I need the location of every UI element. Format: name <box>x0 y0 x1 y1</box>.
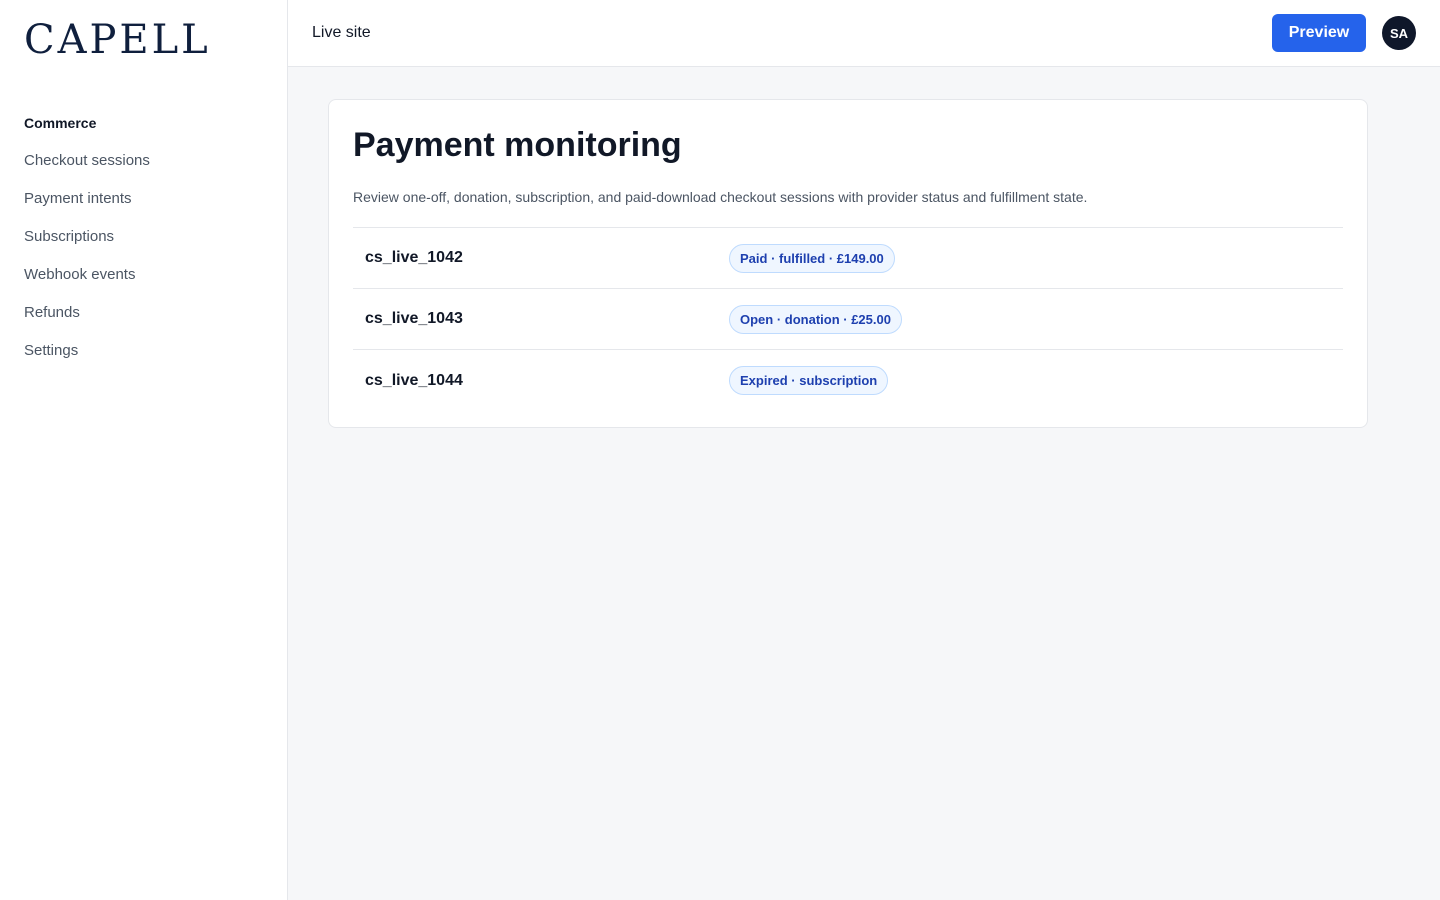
preview-button[interactable]: Preview <box>1272 14 1366 52</box>
status-badge: Expired · subscription <box>729 366 889 395</box>
table-row[interactable]: cs_live_1043 Open · donation · £25.00 <box>353 289 1343 350</box>
main-area: Live site Preview SA Payment monitoring … <box>288 0 1440 900</box>
topbar: Live site Preview SA <box>288 0 1440 67</box>
sidebar-item-subscriptions[interactable]: Subscriptions <box>24 228 263 266</box>
session-id: cs_live_1042 <box>365 249 463 266</box>
nav-heading-commerce: Commerce <box>24 115 97 131</box>
page-description: Review one-off, donation, subscription, … <box>353 189 1088 205</box>
sidebar: CAPELL Commerce Checkout sessions Paymen… <box>0 0 288 900</box>
avatar[interactable]: SA <box>1382 16 1416 50</box>
session-id: cs_live_1043 <box>365 310 463 327</box>
sidebar-item-webhook-events[interactable]: Webhook events <box>24 266 263 304</box>
status-badge: Open · donation · £25.00 <box>729 304 902 334</box>
page-content: Payment monitoring Review one-off, donat… <box>288 67 1440 428</box>
sidebar-item-settings[interactable]: Settings <box>24 342 263 380</box>
brand-logo[interactable]: CAPELL <box>24 0 263 78</box>
app-shell: CAPELL Commerce Checkout sessions Paymen… <box>0 0 1440 900</box>
site-context-label: Live site <box>312 24 371 41</box>
table-row[interactable]: cs_live_1042 Paid · fulfilled · £149.00 <box>353 228 1343 289</box>
sidebar-nav: Commerce Checkout sessions Payment inten… <box>24 114 263 380</box>
payment-monitoring-card: Payment monitoring Review one-off, donat… <box>328 99 1368 428</box>
topbar-actions: Preview SA <box>1272 14 1416 52</box>
status-badge: Paid · fulfilled · £149.00 <box>729 243 895 273</box>
table-row[interactable]: cs_live_1044 Expired · subscription <box>353 350 1343 411</box>
page-title: Payment monitoring <box>353 126 682 164</box>
session-id: cs_live_1044 <box>365 371 463 389</box>
sidebar-item-payment-intents[interactable]: Payment intents <box>24 190 263 228</box>
session-list: cs_live_1042 Paid · fulfilled · £149.00 … <box>353 227 1343 411</box>
sidebar-item-checkout-sessions[interactable]: Checkout sessions <box>24 152 263 190</box>
sidebar-item-refunds[interactable]: Refunds <box>24 304 263 342</box>
